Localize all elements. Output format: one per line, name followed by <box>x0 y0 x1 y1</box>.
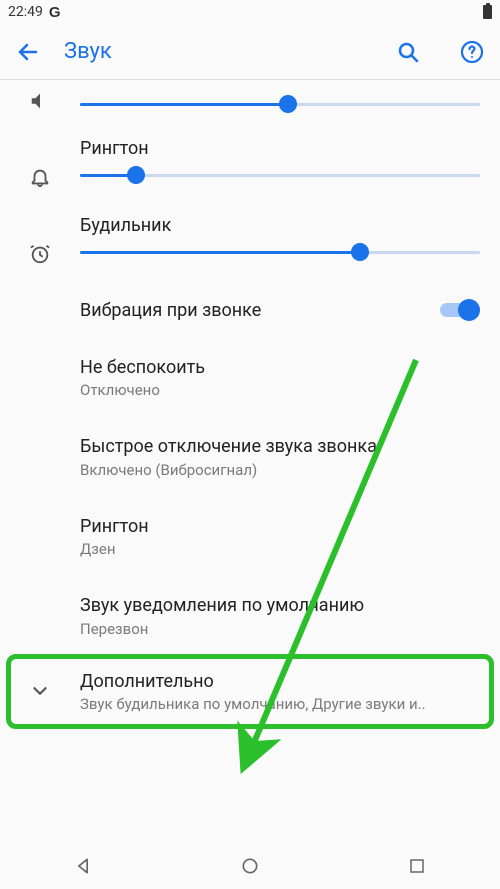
advanced-item[interactable]: Дополнительно Звук будильника по умолчан… <box>0 656 500 727</box>
default-notification-item[interactable]: Звук уведомления по умолчанию Перезвон <box>0 576 500 655</box>
nav-back-button[interactable] <box>71 854 95 878</box>
alarm-slider[interactable] <box>80 242 480 262</box>
ringtone-slider-label: Рингтон <box>80 138 480 159</box>
ringtone-sub: Дзен <box>80 540 480 558</box>
volume-icon <box>29 90 51 112</box>
do-not-disturb-item[interactable]: Не беспокоить Отключено <box>0 338 500 417</box>
circle-home-icon <box>240 856 260 876</box>
alarm-icon <box>29 243 51 265</box>
notif-title: Звук уведомления по умолчанию <box>80 594 480 617</box>
chevron-down-icon <box>29 680 51 702</box>
slider-row-ringtone: Рингтон <box>0 128 500 205</box>
bell-icon <box>29 166 51 188</box>
triangle-back-icon <box>73 856 93 876</box>
status-bar: 22:49 G <box>0 0 500 24</box>
search-button[interactable] <box>388 32 428 72</box>
vibrate-on-call-row[interactable]: Вибрация при звонке <box>0 282 500 338</box>
search-icon <box>396 40 420 64</box>
vibrate-switch[interactable] <box>440 298 480 322</box>
page-title: Звук <box>64 39 364 64</box>
arrow-back-icon <box>16 40 40 64</box>
status-time: 22:49 <box>8 4 43 20</box>
ringtone-slider[interactable] <box>80 165 480 185</box>
quick-mute-title: Быстрое отключение звука звонка <box>80 435 480 458</box>
nav-home-button[interactable] <box>238 854 262 878</box>
dnd-title: Не беспокоить <box>80 356 480 379</box>
help-icon <box>460 40 484 64</box>
dnd-sub: Отключено <box>80 381 480 399</box>
quick-mute-item[interactable]: Быстрое отключение звука звонка Включено… <box>0 417 500 496</box>
back-button[interactable] <box>8 32 48 72</box>
quick-mute-sub: Включено (Вибросигнал) <box>80 461 480 479</box>
slider-row-alarm: Будильник <box>0 205 500 282</box>
vibrate-label: Вибрация при звонке <box>80 300 440 321</box>
nav-recent-button[interactable] <box>405 854 429 878</box>
battery-icon <box>483 5 492 19</box>
app-bar: Звук <box>0 24 500 80</box>
ringtone-title: Рингтон <box>80 515 480 538</box>
ringtone-item[interactable]: Рингтон Дзен <box>0 497 500 576</box>
navigation-bar <box>0 843 500 889</box>
advanced-sub: Звук будильника по умолчанию, Другие зву… <box>80 695 480 713</box>
google-icon: G <box>49 4 61 21</box>
notif-sub: Перезвон <box>80 620 480 638</box>
square-recent-icon <box>408 857 426 875</box>
alarm-slider-label: Будильник <box>80 215 480 236</box>
content: Рингтон Будильник Вибрация при звонке <box>0 80 500 727</box>
advanced-title: Дополнительно <box>80 670 480 693</box>
help-button[interactable] <box>452 32 492 72</box>
slider-row-media <box>0 80 500 128</box>
media-slider[interactable] <box>80 94 480 114</box>
